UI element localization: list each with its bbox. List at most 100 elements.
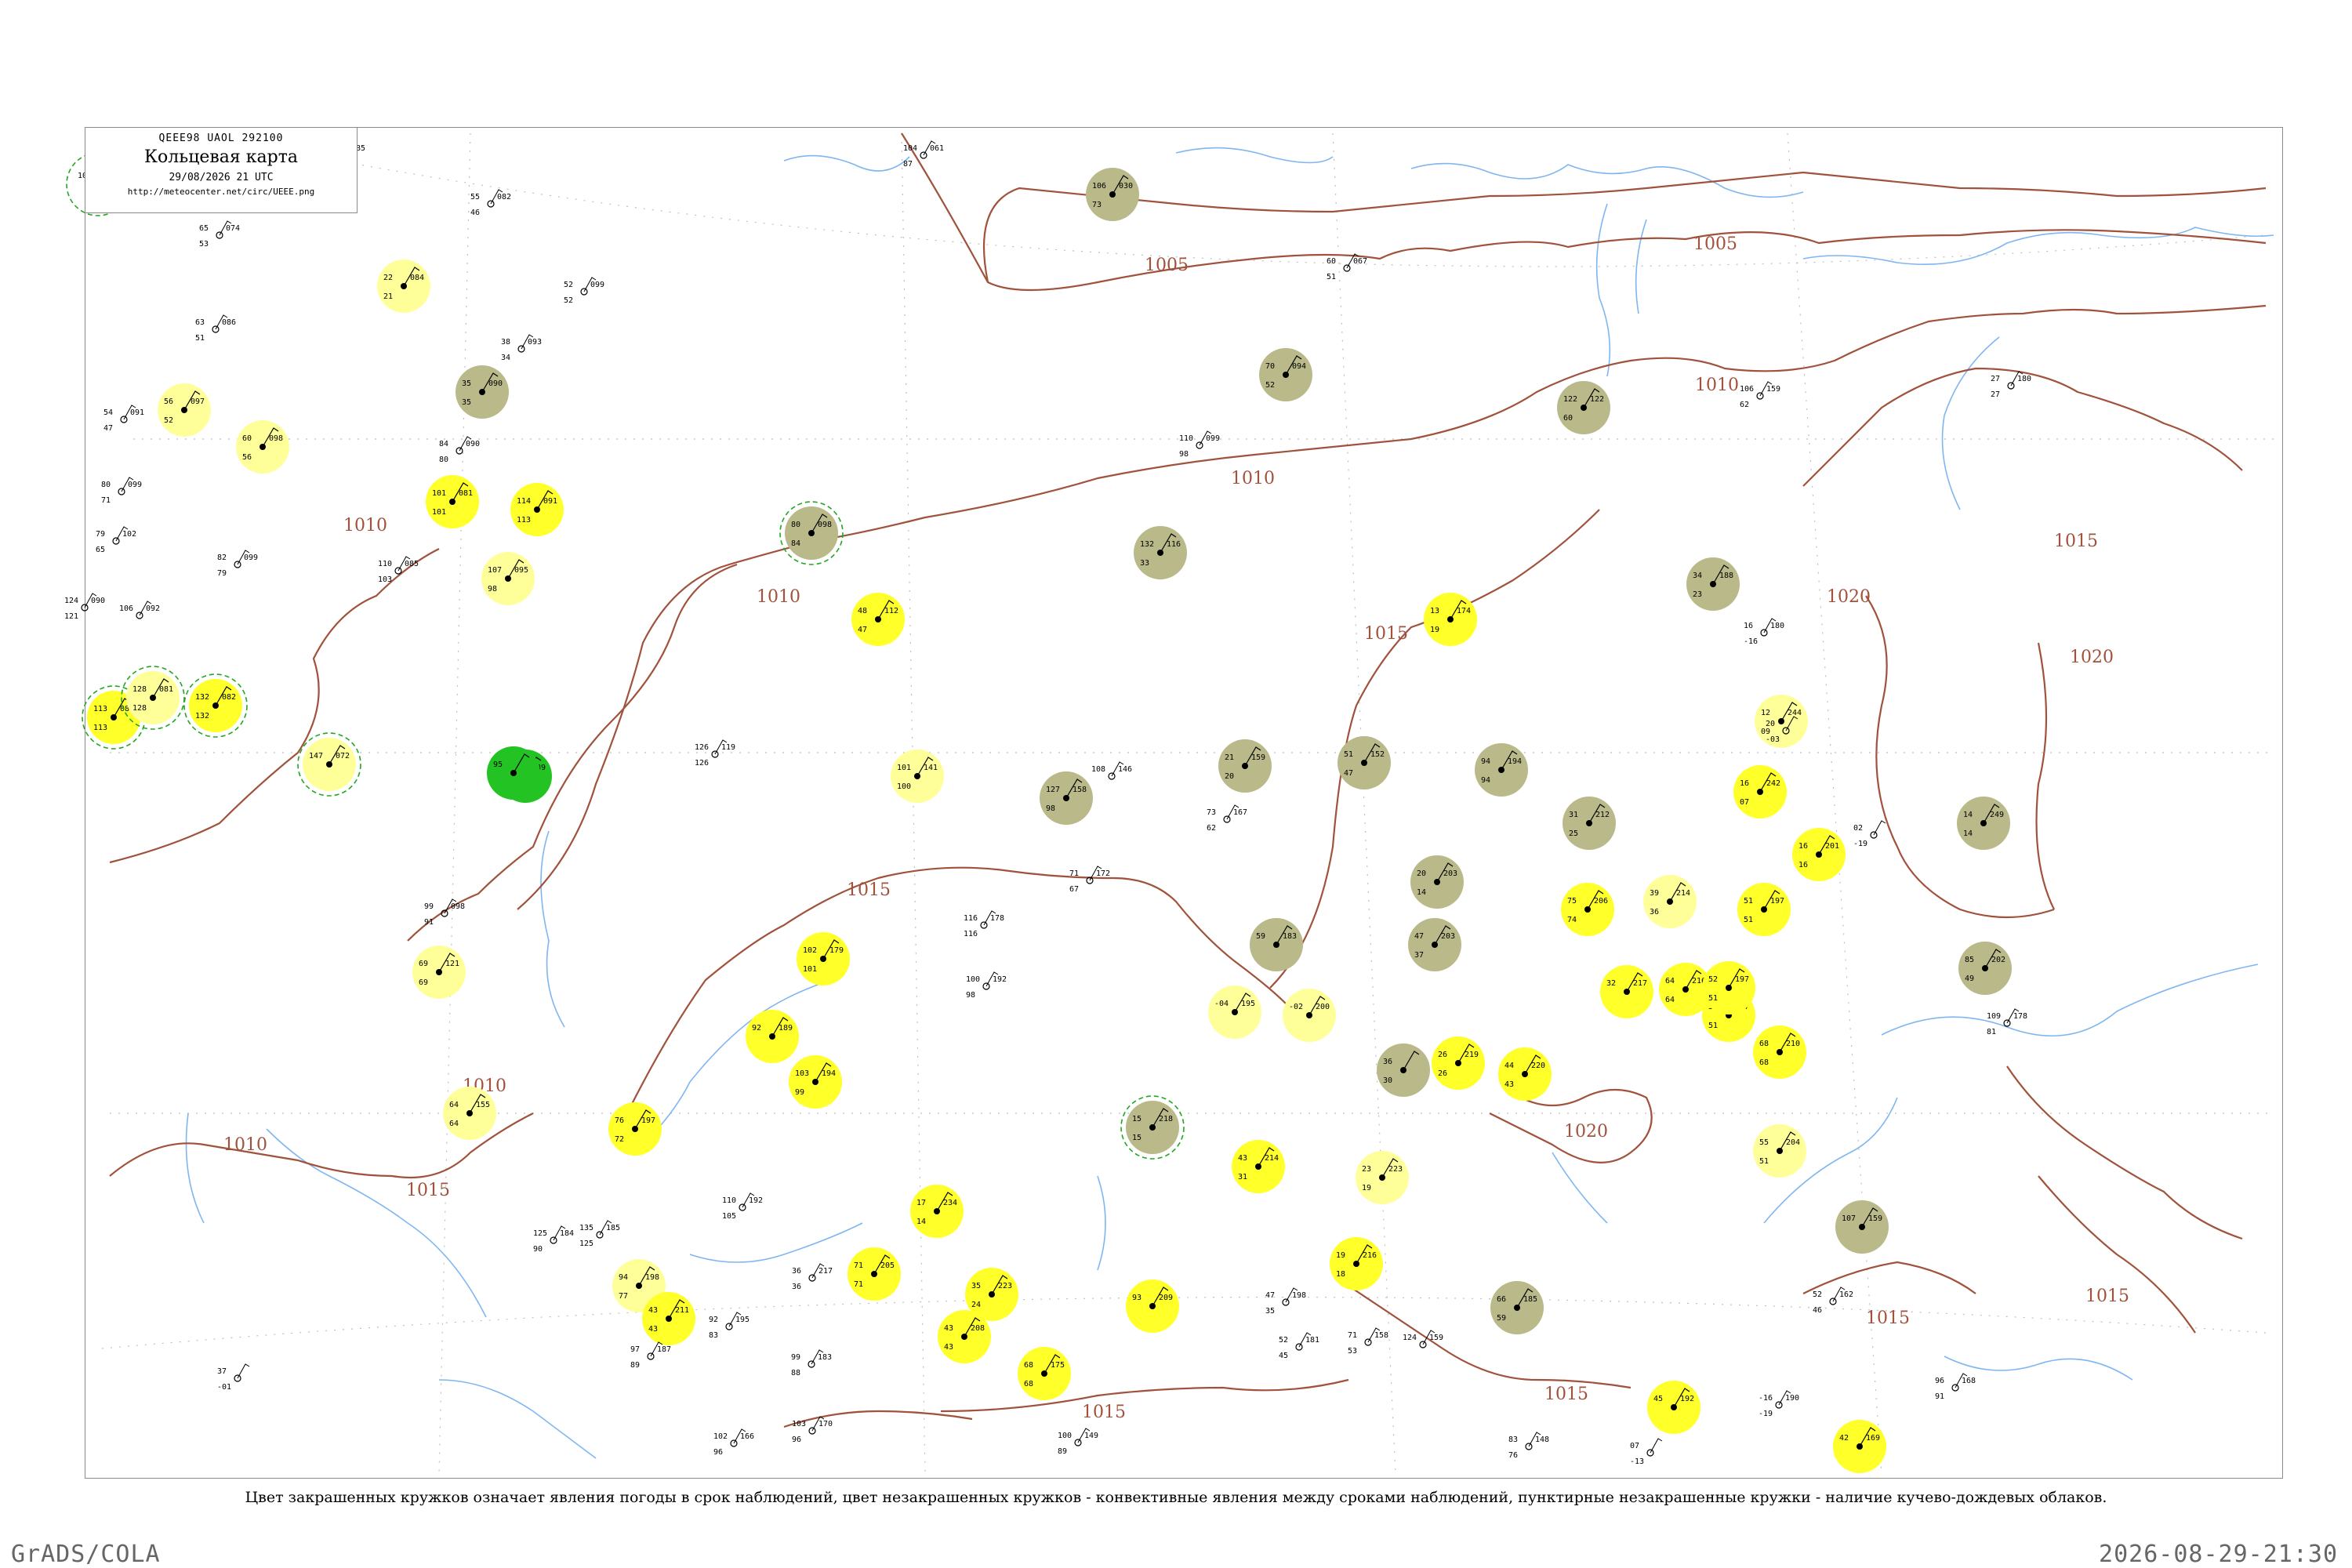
minor-station-plot[interactable]: 07 -13 — [1630, 1438, 1663, 1466]
minor-station-plot[interactable]: 71 172 67 — [1069, 866, 1110, 894]
station-plot[interactable]: 103 194 99 — [789, 1055, 842, 1109]
station-plot[interactable]: 42 169 — [1833, 1420, 1886, 1473]
station-plot[interactable]: 52 197 51 — [1702, 961, 1755, 1014]
minor-station-plot[interactable]: 63 086 51 — [195, 314, 236, 343]
station-plot[interactable]: 34 188 23 — [1686, 557, 1740, 611]
station-plot[interactable]: 15 218 15 — [1120, 1095, 1185, 1160]
station-plot[interactable]: 75 206 74 — [1561, 883, 1614, 936]
station-plot[interactable]: 51 197 51 — [1737, 883, 1791, 936]
station-plot[interactable]: 43 211 43 — [642, 1292, 695, 1345]
minor-station-plot[interactable]: 02 -19 — [1853, 820, 1886, 848]
minor-station-plot[interactable]: 80 099 71 — [101, 477, 142, 505]
station-plot[interactable]: 147 072 — [297, 732, 361, 797]
minor-station-plot[interactable]: 83 148 76 — [1508, 1432, 1549, 1460]
minor-station-plot[interactable]: 60 067 51 — [1327, 253, 1367, 281]
station-plot[interactable]: 22 084 21 — [377, 260, 430, 313]
station-plot[interactable]: -04 195 — [1208, 985, 1261, 1039]
minor-station-plot[interactable]: 116 178 116 — [964, 910, 1004, 938]
minor-station-plot[interactable]: 108 146 — [1091, 761, 1132, 780]
station-plot[interactable]: 107 159 — [1835, 1200, 1889, 1254]
station-plot[interactable]: 36 30 — [1377, 1044, 1430, 1097]
station-plot[interactable]: 39 214 36 — [1643, 875, 1697, 928]
station-plot[interactable]: 59 183 — [1250, 918, 1303, 971]
minor-station-plot[interactable]: 37 -01 — [217, 1363, 250, 1392]
minor-station-plot[interactable]: 36 217 36 — [792, 1263, 833, 1291]
minor-station-plot[interactable]: 125 184 90 — [533, 1225, 574, 1254]
station-plot[interactable]: 43 214 31 — [1232, 1140, 1285, 1193]
station-plot[interactable]: 80 098 84 — [779, 501, 844, 565]
minor-station-plot[interactable]: 100 192 98 — [966, 971, 1007, 1000]
minor-station-plot[interactable]: 99 098 91 — [424, 898, 465, 927]
station-plot[interactable]: 19 216 18 — [1330, 1237, 1383, 1290]
station-plot[interactable]: 55 204 51 — [1753, 1124, 1806, 1178]
station-plot[interactable]: 14 249 14 — [1957, 797, 2010, 850]
minor-station-plot[interactable]: 79 102 65 — [96, 526, 136, 554]
station-plot[interactable]: 128 081 128 — [121, 666, 185, 730]
minor-station-plot[interactable]: -16 190 -19 — [1759, 1390, 1799, 1418]
minor-station-plot[interactable]: 16 180 -16 — [1744, 618, 1784, 646]
minor-station-plot[interactable]: 106 159 62 — [1740, 381, 1780, 409]
minor-station-plot[interactable]: 38 093 34 — [501, 334, 542, 362]
station-plot[interactable]: 94 194 94 — [1475, 743, 1528, 797]
station-plot[interactable]: 21 159 20 — [1218, 739, 1272, 793]
station-plot[interactable]: 132 116 33 — [1134, 526, 1187, 579]
station-plot[interactable]: -02 200 — [1283, 989, 1336, 1042]
source-url[interactable]: http://meteocenter.net/circ/UEEE.png — [85, 187, 357, 197]
station-plot[interactable]: 12 24409 — [1755, 695, 1808, 748]
station-plot[interactable]: 17 234 14 — [910, 1185, 964, 1238]
minor-station-plot[interactable]: 52 162 46 — [1813, 1287, 1853, 1315]
station-plot[interactable]: 51 152 47 — [1338, 736, 1391, 789]
station-plot[interactable]: 13 174 19 — [1424, 593, 1477, 646]
minor-station-plot[interactable]: 126 119 126 — [695, 739, 735, 768]
station-plot[interactable]: 69 121 69 — [412, 946, 466, 999]
minor-station-plot[interactable]: 124 090 121 — [64, 593, 105, 621]
station-plot[interactable]: 101 141 100 — [891, 750, 944, 803]
minor-station-plot[interactable]: 110 192 105 — [722, 1192, 763, 1221]
station-plot[interactable]: 107 095 98 — [481, 552, 535, 605]
station-plot[interactable]: 66 185 59 — [1490, 1281, 1544, 1334]
station-plot[interactable]: 44 220 43 — [1498, 1047, 1552, 1101]
minor-station-plot[interactable]: 100 149 89 — [1058, 1428, 1098, 1456]
station-plot[interactable]: 68 210 68 — [1753, 1025, 1806, 1079]
minor-station-plot[interactable]: 92 195 83 — [709, 1312, 750, 1340]
station-plot[interactable]: 101 081 101 — [426, 475, 479, 528]
station-plot[interactable]: 64 155 64 — [443, 1087, 496, 1140]
station-plot[interactable]: 92 189 — [746, 1010, 799, 1063]
minor-station-plot[interactable]: 71 158 53 — [1348, 1327, 1388, 1356]
minor-station-plot[interactable]: 102 166 96 — [713, 1428, 754, 1457]
station-plot[interactable]: 127 158 98 — [1040, 771, 1093, 825]
minor-station-plot[interactable]: 55 082 46 — [470, 189, 511, 217]
station-plot[interactable]: 35 090 35 — [456, 365, 509, 419]
minor-station-plot[interactable]: 52 099 52 — [564, 277, 604, 305]
station-plot[interactable]: 95 — [487, 746, 540, 800]
station-plot[interactable]: 60 098 56 — [236, 420, 289, 474]
station-plot[interactable]: 102 179 101 — [797, 932, 850, 985]
minor-station-plot[interactable]: 47 198 35 — [1265, 1287, 1306, 1316]
minor-station-plot[interactable]: 110 085 103 — [378, 556, 419, 584]
minor-station-plot[interactable]: 84 090 80 — [439, 436, 480, 464]
minor-station-plot[interactable]: 52 181 45 — [1279, 1332, 1319, 1360]
station-plot[interactable]: 32 217 — [1600, 965, 1653, 1018]
station-plot[interactable]: 114 091 113 — [510, 483, 564, 536]
minor-station-plot[interactable]: 99 183 88 — [791, 1349, 832, 1377]
station-plot[interactable]: 43 208 43 — [938, 1310, 991, 1363]
station-plot[interactable]: 70 094 52 — [1259, 348, 1312, 401]
minor-station-plot[interactable]: 103 170 96 — [792, 1416, 833, 1444]
station-plot[interactable]: 48 112 47 — [851, 593, 905, 646]
minor-station-plot[interactable]: 110 099 98 — [1179, 430, 1220, 459]
station-plot[interactable]: 106 030 73 — [1086, 168, 1139, 221]
station-plot[interactable]: 76 197 72 — [608, 1102, 662, 1156]
minor-station-plot[interactable]: 135 185 125 — [579, 1220, 620, 1248]
station-plot[interactable]: 31 212 25 — [1563, 797, 1616, 850]
minor-station-plot[interactable]: 73 167 62 — [1207, 804, 1247, 833]
station-plot[interactable]: 71 205 71 — [848, 1247, 901, 1301]
station-plot[interactable]: 23 223 19 — [1356, 1151, 1409, 1204]
synoptic-map[interactable]: 1005100510101010101010101010101010151015… — [0, 0, 2352, 1568]
station-plot[interactable]: 93 209 — [1126, 1279, 1179, 1333]
station-plot[interactable]: 122 122 60 — [1557, 381, 1610, 434]
minor-station-plot[interactable]: 65 074 53 — [199, 220, 240, 249]
minor-station-plot[interactable]: 97 187 89 — [630, 1341, 671, 1370]
station-plot[interactable]: 68 175 68 — [1018, 1347, 1071, 1400]
station-plot[interactable]: 16 201 16 — [1792, 828, 1846, 881]
station-plot[interactable]: 85 202 49 — [1958, 942, 2012, 995]
